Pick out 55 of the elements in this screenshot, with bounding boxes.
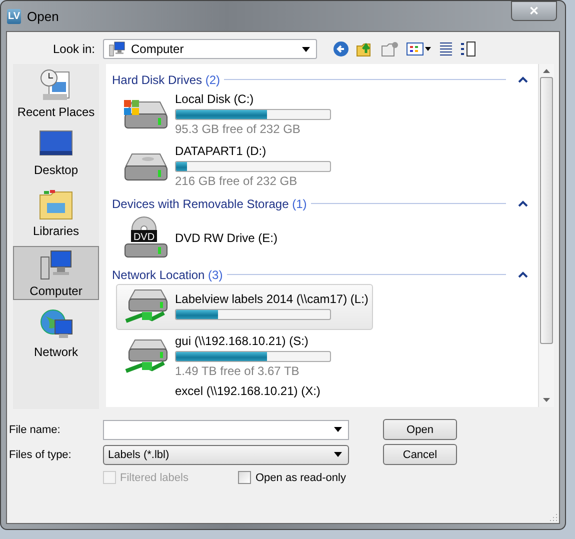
file-name-label: File name: — [8, 424, 62, 436]
collapse-chevron-icon[interactable] — [518, 76, 528, 84]
computer-icon — [108, 41, 126, 57]
caret-icon — [302, 46, 310, 52]
cancel-button[interactable]: Cancel — [383, 444, 457, 465]
back-icon[interactable] — [333, 41, 349, 57]
caret-icon — [334, 452, 342, 457]
drive-item[interactable]: gui (\\192.168.10.21) (S:) 1.49 TB free of 3.67 TB — [116, 331, 336, 382]
scroll-up-icon[interactable] — [543, 69, 550, 73]
drive-item[interactable]: DVD DVD RW Drive (E:) — [116, 213, 328, 263]
computer-icon — [39, 248, 73, 280]
folder-icon — [39, 188, 73, 220]
hard-drive-icon — [122, 98, 168, 132]
drive-item[interactable]: DATAPART1 (D:) 216 GB free of 232 GB — [116, 141, 336, 192]
places-item[interactable]: Libraries — [13, 186, 99, 240]
window-title: Open — [27, 8, 60, 24]
group-header[interactable]: Hard Disk Drives (2) — [112, 72, 220, 86]
drive-item[interactable]: excel (\\192.168.10.21) (X:) — [116, 383, 328, 400]
open-button[interactable]: Open — [383, 419, 457, 440]
scrollbar[interactable] — [538, 64, 554, 407]
checkbox[interactable] — [238, 471, 252, 484]
view-menu-icon[interactable] — [406, 41, 432, 57]
places-item[interactable]: Recent Places — [13, 66, 99, 120]
look-in-dropdown[interactable]: Computer — [103, 39, 317, 59]
places-item[interactable]: Computer — [13, 246, 99, 300]
details-view-icon[interactable] — [460, 41, 476, 57]
file-type-dropdown[interactable]: Labels (*.lbl) — [103, 444, 349, 464]
drive-name: DVD RW Drive (E:) — [175, 230, 278, 246]
caret-icon — [334, 427, 342, 432]
drive-name: gui (\\192.168.10.21) (S:) — [175, 334, 310, 349]
collapse-chevron-icon[interactable] — [518, 200, 528, 208]
places-item[interactable]: Network — [13, 306, 99, 360]
file-type-label: Files of type: — [8, 448, 72, 460]
list-view-icon[interactable] — [439, 41, 453, 57]
look-in-label: Look in: — [52, 42, 96, 56]
group-header[interactable]: Devices with Removable Storage (1) — [112, 196, 307, 210]
drive-item[interactable]: Labelview labels 2014 (\\cam17) (L:) — [116, 284, 374, 330]
free-space-text: 1.49 TB free of 3.67 TB — [175, 364, 300, 379]
drive-name: excel (\\192.168.10.21) (X:) — [175, 384, 320, 399]
places-item[interactable]: Desktop — [13, 126, 99, 180]
drive-name: Local Disk (C:) — [175, 92, 255, 107]
group-header[interactable]: Network Location (3) — [112, 268, 223, 282]
file-name-field[interactable] — [103, 420, 349, 440]
scroll-down-icon[interactable] — [543, 398, 550, 402]
checkbox-label: Filtered labels — [120, 472, 188, 484]
drive-name: DATAPART1 (D:) — [175, 144, 268, 159]
free-space-text: 95.3 GB free of 232 GB — [175, 122, 302, 137]
app-logo: LV — [7, 8, 22, 24]
scroll-thumb[interactable] — [540, 77, 553, 344]
checkbox-label: Open as read-only — [255, 472, 346, 484]
drive-item[interactable]: Local Disk (C:) 95.3 GB free of 232 GB — [116, 89, 336, 140]
new-folder-icon[interactable] — [381, 41, 399, 57]
drive-name: Labelview labels 2014 (\\cam17) (L:) — [175, 292, 368, 307]
collapse-chevron-icon[interactable] — [518, 270, 528, 278]
free-space-text: 216 GB free of 232 GB — [175, 174, 298, 189]
